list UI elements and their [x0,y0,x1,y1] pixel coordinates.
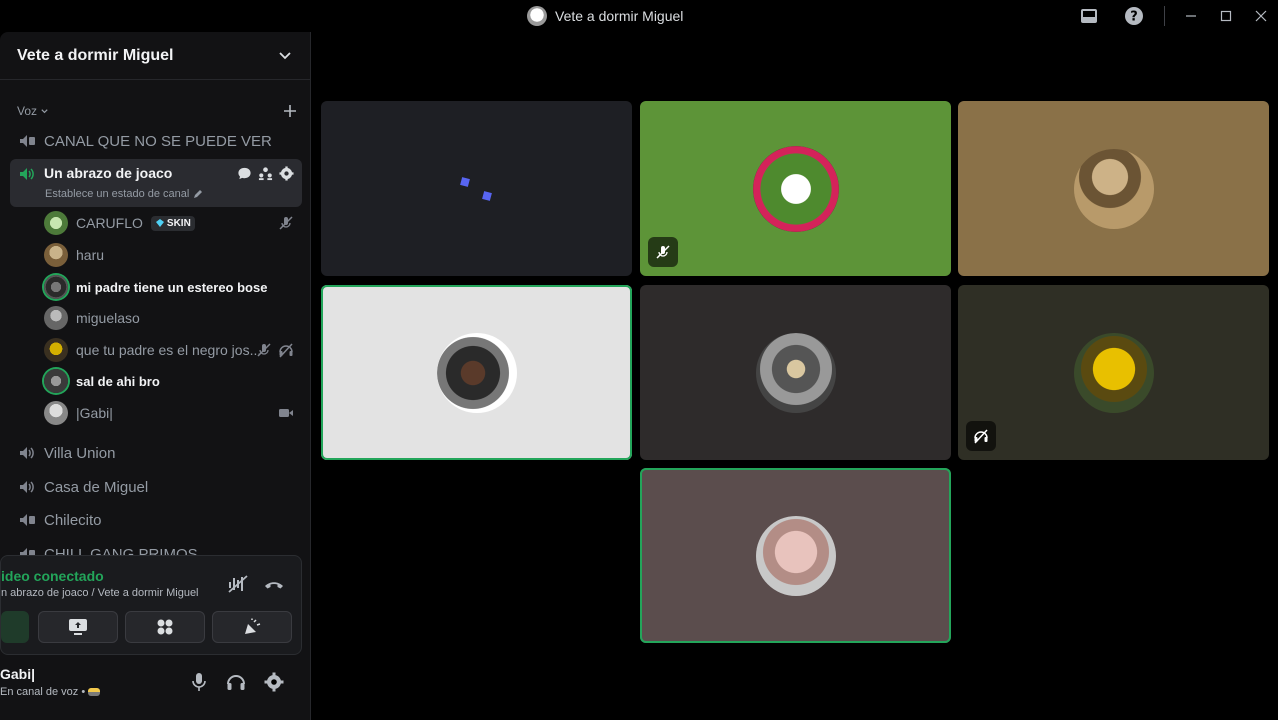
avatar [44,338,68,362]
help-icon[interactable]: ? [1123,5,1145,27]
deafened-headset-icon [279,343,293,358]
channel-villa-union[interactable]: Villa Union [10,437,302,469]
muted-mic-icon [279,216,293,230]
video-tile[interactable] [958,101,1269,276]
channel-name: Un abrazo de joaco [44,165,173,181]
loading-spinner-icon [482,191,492,201]
channel-name: Chilecito [44,511,102,529]
voice-member[interactable]: miguelaso [44,303,302,333]
muted-mic-icon [257,343,271,357]
gear-icon[interactable] [279,166,294,181]
server-header[interactable]: Vete a dormir Miguel [0,32,310,80]
user-panel: Gabi| En canal de voz • [0,655,302,711]
participant-avatar [1073,332,1154,413]
avatar [44,275,68,299]
chevron-down-icon [41,108,48,113]
pencil-icon [194,190,203,198]
channel-chilecito[interactable]: Chilecito [10,504,302,536]
title-divider [1164,6,1165,26]
screen-share-icon [69,619,87,635]
inbox-icon[interactable] [1078,5,1100,27]
video-tile-speaking[interactable] [321,285,632,460]
video-tile[interactable] [640,101,951,276]
participant-avatar [755,515,836,596]
chevron-down-icon [279,51,291,59]
camera-toggle-button[interactable] [1,611,29,643]
window-title: Vete a dormir Miguel [527,6,683,26]
avatar [44,369,68,393]
headset-icon[interactable] [226,672,246,692]
voice-member[interactable]: |Gabi| [44,398,302,428]
speaker-icon [20,168,34,180]
voice-connected-panel: ideo conectado n abrazo de joaco / Vete … [0,555,302,655]
voice-member[interactable]: mi padre tiene un estereo bose [44,272,302,302]
voice-member[interactable]: sal de ahi bro [44,366,302,396]
svg-text:?: ? [1130,10,1138,25]
voice-member[interactable]: que tu padre es el negro jos... [44,335,302,365]
participant-avatar [1073,148,1154,229]
video-tile-speaking[interactable] [640,468,951,643]
title-bar: Vete a dormir Miguel ? [0,0,1278,32]
video-tile[interactable] [958,285,1269,460]
voice-location[interactable]: n abrazo de joaco / Vete a dormir Miguel [1,587,199,599]
microphone-icon[interactable] [190,672,208,692]
speaker-lock-icon [20,135,35,147]
deafened-headset-icon [966,421,996,451]
voice-member[interactable]: haru [44,240,302,270]
participant-avatar [755,332,836,413]
disconnect-icon[interactable] [263,574,285,594]
speaker-icon [20,481,34,493]
channel-hidden[interactable]: CANAL QUE NO SE PUEDE VER [10,125,302,157]
add-channel-icon[interactable] [283,104,297,118]
channel-name: CANAL QUE NO SE PUEDE VER [44,132,272,150]
channel-name: Casa de Miguel [44,478,149,496]
speaker-icon [20,447,34,459]
loading-spinner-icon [460,177,470,187]
muted-mic-icon [648,237,678,267]
activities-button[interactable] [125,611,205,643]
video-tile[interactable] [640,285,951,460]
diamond-icon [155,219,164,227]
video-tile-loading[interactable] [321,101,632,276]
user-status: En canal de voz • [0,686,101,698]
maximize-icon[interactable] [1215,5,1237,27]
user-name[interactable]: Gabi| [0,666,35,682]
channel-active[interactable]: Un abrazo de joaco Establece un estado d… [10,159,302,207]
speaker-lock-icon [20,514,35,526]
share-screen-button[interactable] [38,611,118,643]
minimize-icon[interactable] [1180,5,1202,27]
channel-name: Villa Union [44,444,116,462]
skin-badge: SKIN [150,215,195,231]
window-title-text: Vete a dormir Miguel [555,8,684,24]
close-icon[interactable] [1250,5,1272,27]
voice-category[interactable]: Voz [17,104,297,118]
soundboard-button[interactable] [212,611,292,643]
avatar [44,211,68,235]
avatar [44,243,68,267]
activities-icon [157,619,173,635]
soundboard-icon [245,618,261,634]
server-icon [527,6,547,26]
noise-suppression-icon[interactable] [227,574,249,594]
gear-icon[interactable] [264,672,284,692]
participant-avatar [752,145,839,232]
server-name: Vete a dormir Miguel [17,46,174,64]
invite-members-icon[interactable] [258,166,273,181]
channel-casa-de-miguel[interactable]: Casa de Miguel [10,471,302,503]
voice-status[interactable]: ideo conectado [1,568,104,584]
status-emoji-icon [88,688,101,697]
category-label: Voz [17,104,38,118]
channel-actions [237,166,294,181]
avatar [44,306,68,330]
participant-avatar [436,332,517,413]
chat-bubble-icon[interactable] [237,166,252,181]
video-camera-icon [279,409,293,417]
channel-status-hint[interactable]: Establece un estado de canal [45,188,203,200]
avatar [44,401,68,425]
voice-member[interactable]: CARUFLO SKIN [44,208,302,238]
